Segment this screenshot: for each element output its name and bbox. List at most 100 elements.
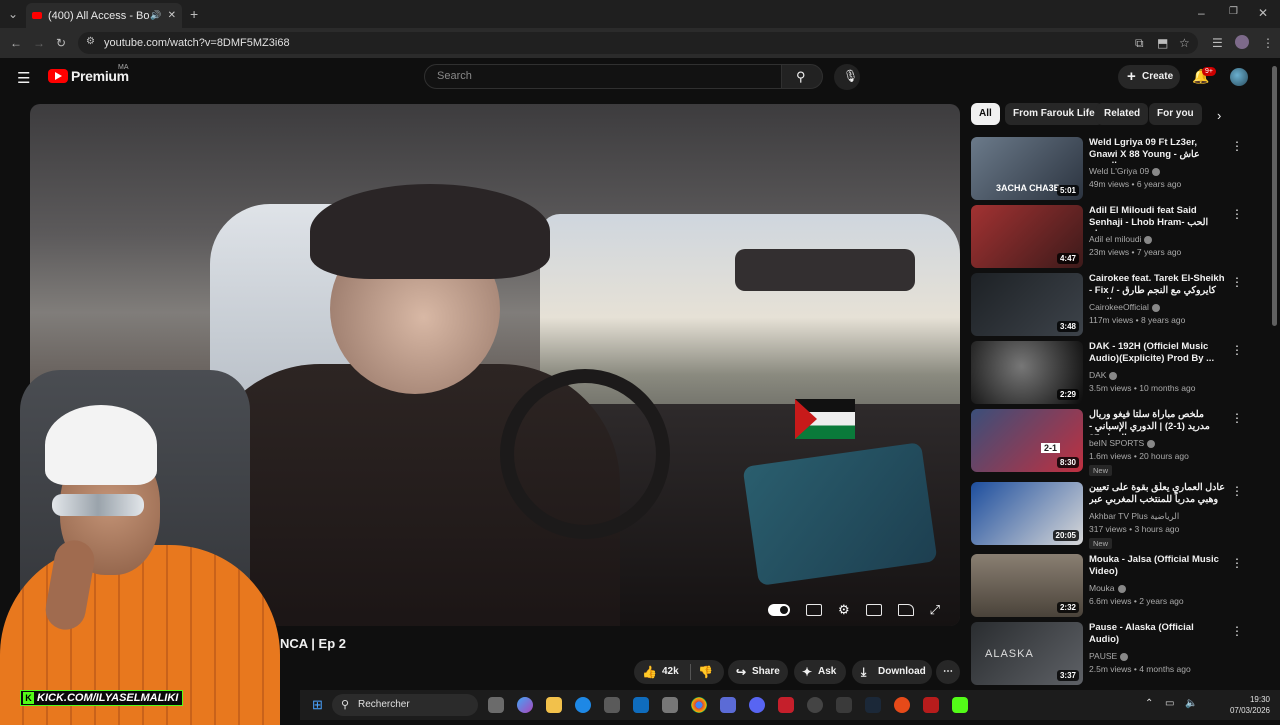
- adobe-icon[interactable]: [778, 697, 794, 713]
- install-icon[interactable]: ⬒: [1157, 37, 1168, 49]
- chips-next-chevron-icon[interactable]: ›: [1217, 108, 1221, 123]
- site-info-icon[interactable]: ⚙: [86, 37, 95, 47]
- app-icon-3[interactable]: [894, 697, 910, 713]
- new-tab-icon[interactable]: +: [190, 7, 198, 21]
- taskbar-clock[interactable]: 19:30 07/03/2026: [1230, 694, 1270, 716]
- app-icon-4[interactable]: [923, 697, 939, 713]
- steam-icon[interactable]: [865, 697, 881, 713]
- share-button[interactable]: ↪ Share: [728, 660, 788, 684]
- video-thumbnail[interactable]: 20:05: [971, 482, 1083, 545]
- search-input[interactable]: Search: [424, 64, 782, 89]
- recommendation-channel[interactable]: DAK: [1089, 370, 1118, 380]
- recommendation-item[interactable]: 2-1 8:30 ملخص مباراة سلتا فيغو وريال مدر…: [971, 409, 1243, 476]
- video-thumbnail[interactable]: 3ACHA CHA3B 5:01: [971, 137, 1083, 200]
- video-thumbnail[interactable]: 2:32: [971, 554, 1083, 617]
- recommendation-title[interactable]: Weld Lgriya 09 Ft Lz3er, Gnawi X 88 Youn…: [1089, 137, 1225, 163]
- outlook-icon[interactable]: [633, 697, 649, 713]
- restore-icon[interactable]: ❐: [1229, 7, 1238, 17]
- edge-icon[interactable]: [575, 697, 591, 713]
- recommendation-channel[interactable]: Akhbar TV Plus الرياضية: [1089, 511, 1179, 522]
- profile-avatar-icon[interactable]: [1235, 35, 1249, 49]
- chip-for-you[interactable]: For you: [1149, 103, 1202, 125]
- more-vertical-icon[interactable]: ⋮: [1231, 484, 1243, 498]
- recommendation-channel[interactable]: Adil el miloudi: [1089, 234, 1153, 244]
- fullscreen-icon[interactable]: ⤢: [930, 602, 940, 618]
- ask-button[interactable]: ✦ Ask: [794, 660, 846, 684]
- volume-icon[interactable]: 🔈: [1185, 698, 1197, 709]
- app-icon-2[interactable]: [836, 697, 852, 713]
- windows-start-icon[interactable]: ⊞: [312, 697, 323, 713]
- recommendation-title[interactable]: ملخص مباراة سلتا فيغو وريال مدريد (1-2) …: [1089, 409, 1225, 435]
- store-icon[interactable]: [604, 697, 620, 713]
- extensions-icon[interactable]: ☰: [1212, 37, 1223, 49]
- chip-all[interactable]: All: [971, 103, 1000, 125]
- recommendation-item[interactable]: 20:05 عادل العماري يعلّق بقوة على تعيين …: [971, 482, 1243, 549]
- video-thumbnail[interactable]: 2-1 8:30: [971, 409, 1083, 472]
- app-icon[interactable]: [662, 697, 678, 713]
- settings-gear-icon[interactable]: ⚙: [838, 602, 850, 618]
- more-vertical-icon[interactable]: ⋮: [1231, 411, 1243, 425]
- network-icon[interactable]: ▭: [1165, 698, 1174, 709]
- file-explorer-icon[interactable]: [546, 697, 562, 713]
- recommendation-channel[interactable]: beIN SPORTS: [1089, 438, 1156, 448]
- autoplay-toggle[interactable]: [768, 604, 790, 616]
- kick-app-icon[interactable]: [952, 697, 968, 713]
- obs-icon[interactable]: [807, 697, 823, 713]
- recommendation-item[interactable]: 4:47 Adil El Miloudi feat Said Senhaji -…: [971, 205, 1243, 269]
- gaming-icon[interactable]: [720, 697, 736, 713]
- more-vertical-icon[interactable]: ⋮: [1231, 275, 1243, 289]
- discord-icon[interactable]: [749, 697, 765, 713]
- minimize-icon[interactable]: –: [1198, 7, 1205, 19]
- task-view-icon[interactable]: [488, 697, 504, 713]
- browser-menu-icon[interactable]: ⋮: [1262, 37, 1274, 49]
- cast-icon[interactable]: [897, 604, 914, 616]
- youtube-logo[interactable]: Premium MA: [48, 64, 129, 84]
- more-vertical-icon[interactable]: ⋮: [1231, 343, 1243, 357]
- recommendation-title[interactable]: Mouka - Jalsa (Official Music Video): [1089, 554, 1225, 578]
- taskbar-search[interactable]: ⚲ Rechercher: [332, 694, 478, 716]
- video-thumbnail[interactable]: 4:47: [971, 205, 1083, 268]
- back-icon[interactable]: ←: [10, 37, 22, 49]
- voice-search-button[interactable]: 🎙: [834, 64, 860, 90]
- recommendation-channel[interactable]: PAUSE: [1089, 651, 1129, 661]
- reload-icon[interactable]: ↻: [56, 37, 66, 49]
- translate-icon[interactable]: ⧉: [1135, 37, 1144, 49]
- recommendation-title[interactable]: Adil El Miloudi feat Said Senhaji - Lhob…: [1089, 205, 1225, 231]
- chip-related[interactable]: Related: [1096, 103, 1149, 125]
- recommendation-item[interactable]: 3:48 Cairokee feat. Tarek El-Sheikh - Fi…: [971, 273, 1243, 337]
- speaker-icon[interactable]: 🔊: [150, 10, 161, 21]
- search-button[interactable]: ⚲: [781, 64, 823, 89]
- miniplayer-icon[interactable]: [865, 604, 882, 616]
- hamburger-menu-icon[interactable]: ☰: [17, 69, 30, 87]
- tray-chevron-icon[interactable]: ⌃: [1145, 698, 1153, 709]
- create-button[interactable]: + Create: [1118, 65, 1180, 89]
- video-thumbnail[interactable]: 2:29: [971, 341, 1083, 404]
- recommendation-channel[interactable]: Mouka: [1089, 583, 1126, 593]
- more-vertical-icon[interactable]: ⋮: [1231, 139, 1243, 153]
- chrome-icon[interactable]: [691, 697, 707, 713]
- forward-icon[interactable]: →: [33, 37, 45, 49]
- more-actions-button[interactable]: ⋯: [936, 660, 960, 684]
- bookmark-star-icon[interactable]: ☆: [1179, 37, 1190, 49]
- video-thumbnail[interactable]: 3:48: [971, 273, 1083, 336]
- recommendation-title[interactable]: Cairokee feat. Tarek El-Sheikh - Fix / -…: [1089, 273, 1225, 299]
- recommendation-channel[interactable]: Weld L'Griya 09: [1089, 166, 1161, 176]
- recommendation-item[interactable]: 2:32 Mouka - Jalsa (Official Music Video…: [971, 554, 1243, 618]
- chip-from-channel[interactable]: From Farouk Life: [1005, 103, 1103, 125]
- copilot-icon[interactable]: [517, 697, 533, 713]
- more-vertical-icon[interactable]: ⋮: [1231, 207, 1243, 221]
- more-vertical-icon[interactable]: ⋮: [1231, 624, 1243, 638]
- browser-tab[interactable]: (400) All Access - Boulacsc 🔊 ✕: [26, 3, 182, 28]
- tab-list-icon[interactable]: ⌄: [8, 8, 18, 20]
- recommendation-title[interactable]: عادل العماري يعلّق بقوة على تعيين وهبي م…: [1089, 482, 1225, 508]
- recommendation-item[interactable]: 3ACHA CHA3B 5:01 Weld Lgriya 09 Ft Lz3er…: [971, 137, 1243, 201]
- recommendation-title[interactable]: Pause - Alaska (Official Audio): [1089, 622, 1225, 646]
- close-tab-icon[interactable]: ✕: [168, 10, 176, 21]
- like-button[interactable]: 👍: [642, 660, 657, 684]
- download-button[interactable]: ⤓ Download: [852, 660, 932, 684]
- dislike-button[interactable]: 👎: [698, 660, 713, 684]
- recommendation-title[interactable]: DAK - 192H (Officiel Music Audio)(Explic…: [1089, 341, 1225, 365]
- page-scrollbar[interactable]: [1272, 66, 1277, 326]
- subtitles-icon[interactable]: [806, 604, 822, 616]
- more-vertical-icon[interactable]: ⋮: [1231, 556, 1243, 570]
